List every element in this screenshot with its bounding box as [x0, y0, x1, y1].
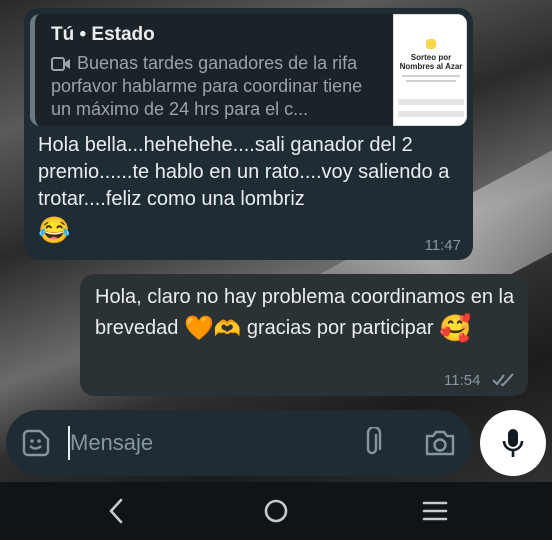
outgoing-message[interactable]: Hola, claro no hay problema coordinamos … [80, 274, 528, 396]
orange-heart-emoji: 🧡 [183, 315, 214, 343]
recents-icon[interactable] [420, 496, 450, 526]
thumbnail-line [402, 75, 460, 77]
thumbnail-line [406, 80, 456, 82]
smiling-hearts-emoji: 🥰 [439, 313, 472, 344]
double-check-icon [492, 373, 514, 387]
paperclip-icon[interactable] [360, 427, 384, 459]
quote-text: Buenas tardes ganadores de la rifa porfa… [51, 53, 363, 119]
outgoing-timestamp: 11:54 [444, 372, 481, 389]
heart-hands-emoji: 🫶 [213, 316, 242, 342]
incoming-timestamp: 11:47 [424, 237, 461, 254]
voice-record-button[interactable] [480, 410, 546, 476]
message-input[interactable] [70, 426, 340, 460]
status-thumbnail: Sorteo por Nombres al Azar [393, 14, 467, 126]
laughing-emoji: 😂 [38, 215, 71, 245]
microphone-icon [502, 429, 524, 457]
incoming-message[interactable]: Tú • Estado Buenas tardes ganadores de l… [24, 8, 473, 260]
thumbnail-field [398, 111, 464, 117]
home-icon[interactable] [261, 496, 291, 526]
incoming-message-text: Hola bella...hehehehe....sali ganador de… [38, 132, 468, 247]
camera-icon[interactable] [424, 430, 456, 456]
back-icon[interactable] [102, 496, 132, 526]
system-navigation-bar [0, 482, 552, 540]
outgoing-text-part2: gracias por participar [246, 317, 434, 339]
outgoing-message-text: Hola, claro no hay problema coordinamos … [95, 282, 515, 344]
status-reply-quote[interactable]: Tú • Estado Buenas tardes ganadores de l… [30, 14, 467, 126]
thumbnail-logo [426, 39, 436, 49]
quote-author: Tú • Estado [51, 24, 155, 45]
message-composer [6, 410, 472, 476]
sticker-icon[interactable] [22, 429, 50, 457]
thumbnail-title: Sorteo por Nombres al Azar [399, 53, 463, 71]
incoming-text: Hola bella...hehehehe....sali ganador de… [38, 134, 450, 210]
thumbnail-field [398, 99, 464, 105]
